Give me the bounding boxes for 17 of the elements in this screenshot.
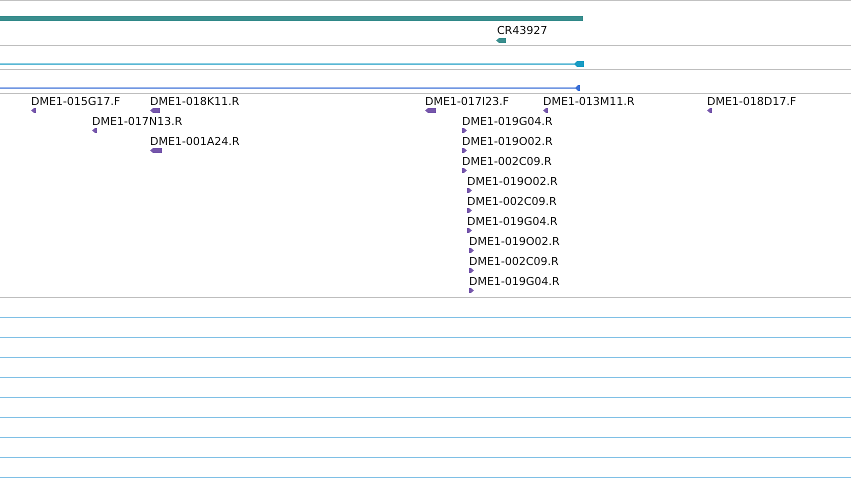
clone-label: DME1-013M11.R — [543, 95, 635, 108]
gene-label: CR43927 — [497, 24, 548, 37]
clone-label: DME1-002C09.R — [467, 195, 557, 208]
clone-label: DME1-001A24.R — [150, 135, 240, 148]
clone-label: DME1-019G04.R — [462, 115, 553, 128]
clone-label: DME1-002C09.R — [462, 155, 552, 168]
clone-label: DME1-019G04.R — [469, 275, 560, 288]
clone-label: DME1-017N13.R — [92, 115, 182, 128]
clone-label: DME1-017I23.F — [425, 95, 509, 108]
clone-label: DME1-019O02.R — [469, 235, 560, 248]
clone-label: DME1-015G17.F — [31, 95, 120, 108]
clone-label: DME1-018D17.F — [707, 95, 796, 108]
clone-label: DME1-018K11.R — [150, 95, 240, 108]
clone-label: DME1-019G04.R — [467, 215, 558, 228]
clone-label: DME1-002C09.R — [469, 255, 559, 268]
clone-label: DME1-019O02.R — [467, 175, 558, 188]
clone-label: DME1-019O02.R — [462, 135, 553, 148]
